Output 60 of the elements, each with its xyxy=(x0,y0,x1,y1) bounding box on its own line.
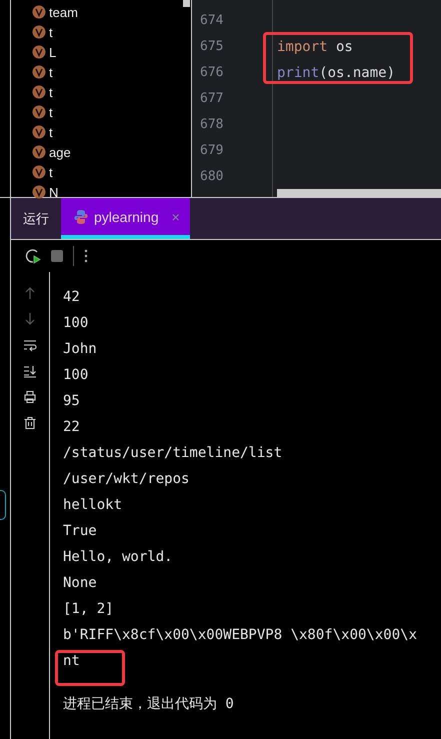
scrollbar-thumb[interactable] xyxy=(183,0,190,7)
output-line: [1, 2] xyxy=(63,601,114,617)
structure-item[interactable]: t xyxy=(49,24,53,40)
structure-item[interactable]: t xyxy=(49,84,53,100)
output-line: 22 xyxy=(63,419,80,435)
variable-icon xyxy=(32,185,46,199)
structure-item[interactable]: team xyxy=(49,4,78,20)
python-icon xyxy=(73,208,89,224)
output-line: 100 xyxy=(63,367,88,383)
rerun-icon[interactable] xyxy=(25,248,41,264)
exit-message: 进程已结束，退出代码为 0 xyxy=(63,696,234,712)
variable-icon xyxy=(32,25,46,39)
structure-item[interactable]: L xyxy=(49,44,56,60)
code-line: import os xyxy=(277,39,353,55)
line-number: 680 xyxy=(199,168,224,186)
output-line: 100 xyxy=(63,315,88,331)
structure-item[interactable]: age xyxy=(49,144,71,160)
variable-icon xyxy=(32,125,46,139)
structure-item[interactable]: t xyxy=(49,64,53,80)
output-line: Hello, world. xyxy=(63,549,173,565)
code-line: print(os.name) xyxy=(277,65,396,81)
line-number: 678 xyxy=(199,116,224,134)
output-line: True xyxy=(63,523,97,539)
output-line: hellokt xyxy=(63,497,122,513)
line-number: 676 xyxy=(199,64,224,82)
line-number: 679 xyxy=(199,142,224,160)
variable-icon xyxy=(32,85,46,99)
print-icon[interactable] xyxy=(23,390,37,404)
up-arrow-icon[interactable] xyxy=(23,286,37,300)
output-line: 95 xyxy=(63,393,80,409)
scroll-to-end-icon[interactable] xyxy=(23,364,37,378)
variable-icon xyxy=(32,105,46,119)
structure-item[interactable]: t xyxy=(49,104,53,120)
structure-item[interactable]: N xyxy=(49,184,58,200)
structure-item[interactable]: t xyxy=(49,164,53,180)
output-line: None xyxy=(63,575,97,591)
horizontal-scrollbar[interactable] xyxy=(277,189,441,197)
output-line: /user/wkt/repos xyxy=(63,471,190,487)
edge-marker xyxy=(0,490,6,520)
highlight-box xyxy=(55,650,125,686)
output-line: /status/user/timeline/list xyxy=(63,445,282,461)
line-number: 674 xyxy=(199,12,224,30)
variable-icon xyxy=(32,65,46,79)
variable-icon xyxy=(32,5,46,19)
more-options-icon[interactable] xyxy=(84,248,88,264)
output-line: 42 xyxy=(63,289,80,305)
run-tab[interactable]: pylearning × xyxy=(61,198,190,239)
panel-title: 运行 xyxy=(22,210,50,228)
variable-icon xyxy=(32,145,46,159)
line-number: 677 xyxy=(199,90,224,108)
down-arrow-icon[interactable] xyxy=(23,312,37,326)
variable-icon xyxy=(32,165,46,179)
output-line: b'RIFF\x8cf\x00\x00WEBPVP8 \x80f\x00\x00\x xyxy=(63,627,418,643)
variable-icon xyxy=(32,45,46,59)
trash-icon[interactable] xyxy=(23,416,37,430)
soft-wrap-icon[interactable] xyxy=(23,338,37,352)
output-line: nt xyxy=(63,653,80,669)
output-line: John xyxy=(63,341,97,357)
line-number: 675 xyxy=(199,38,224,56)
structure-item[interactable]: t xyxy=(49,124,53,140)
